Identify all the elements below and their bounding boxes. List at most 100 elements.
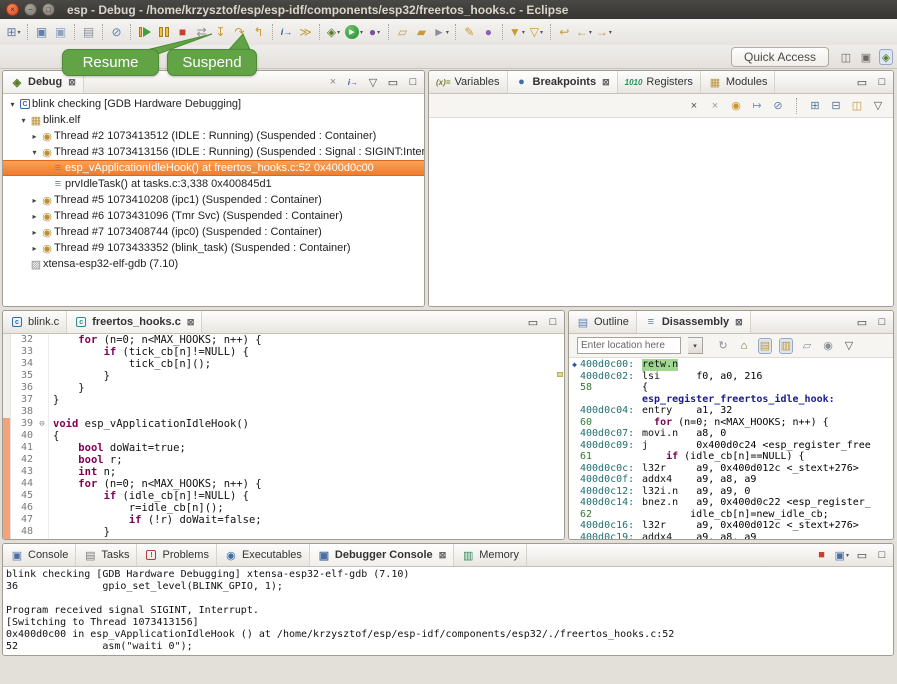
debug-perspective-button[interactable]: ◈ <box>879 49 893 65</box>
debug-tree-item-6[interactable]: ▸◉Thread #5 1073410208 (ipc1) (Suspended… <box>3 192 424 208</box>
dropdown-chevron-icon[interactable]: ▾ <box>846 552 849 559</box>
profile-button[interactable]: ●▾ <box>365 23 384 42</box>
dropdown-chevron-icon[interactable]: ▾ <box>589 29 592 36</box>
maximize-view-button[interactable]: □ <box>875 314 889 330</box>
dropdown-chevron-icon[interactable]: ▾ <box>18 29 21 36</box>
debug-tree-item-1[interactable]: ▾▦blink.elf <box>3 112 424 128</box>
remove-selected-breakpoint-button[interactable]: × <box>687 98 701 114</box>
resume-button[interactable] <box>135 23 154 42</box>
next-annotation-button[interactable]: ▽▾ <box>527 23 546 42</box>
dropdown-chevron-icon[interactable]: ▾ <box>522 29 525 36</box>
forward-button[interactable]: →▾ <box>594 23 614 42</box>
toggle-mark-occurrences-button[interactable]: ▼▾ <box>507 23 527 42</box>
minimize-view-button[interactable]: ▭ <box>855 74 869 90</box>
tab-close-icon[interactable]: ⊠ <box>187 317 195 328</box>
cpp-perspective-button[interactable]: ▣ <box>859 49 873 65</box>
dropdown-chevron-icon[interactable]: ▾ <box>446 29 449 36</box>
show-opcodes-toggle-button[interactable]: ▥ <box>779 338 793 354</box>
remove-all-terminated-button[interactable]: × <box>326 74 340 90</box>
minimize-view-button[interactable]: ▭ <box>386 74 400 90</box>
right-view-tab-registers[interactable]: 1010Registers <box>618 71 701 93</box>
console-view-tab-tasks[interactable]: ▤Tasks <box>76 544 137 566</box>
debug-launch-tree[interactable]: ▾Cblink checking [GDB Hardware Debugging… <box>3 94 424 307</box>
print-button[interactable]: ▤ <box>79 23 98 42</box>
overview-ruler-mark[interactable] <box>557 372 563 377</box>
step-return-button[interactable]: ↰ <box>249 23 268 42</box>
tab-close-icon[interactable]: ⊠ <box>735 317 743 328</box>
breakpoints-content[interactable] <box>429 118 893 306</box>
console-view-tab-console[interactable]: ▣Console <box>3 544 76 566</box>
debug-tree-item-10[interactable]: ▨xtensa-esp32-elf-gdb (7.10) <box>3 256 424 272</box>
maximize-view-button[interactable]: □ <box>546 314 560 330</box>
right-view-tab-modules[interactable]: ▦Modules <box>701 71 776 93</box>
tree-expander-icon[interactable]: ▾ <box>29 148 40 157</box>
debug-button[interactable]: ◈▾ <box>324 23 343 42</box>
debug-tree-item-9[interactable]: ▸◉Thread #9 1073433352 (blink_task) (Sus… <box>3 240 424 256</box>
new-wizard-button[interactable]: ⊞▾ <box>4 23 23 42</box>
save-all-button[interactable]: ▣ <box>51 23 70 42</box>
dropdown-chevron-icon[interactable]: ▾ <box>337 29 340 36</box>
group-by-button[interactable]: ◫ <box>850 98 864 114</box>
debug-tree-item-4[interactable]: ≡esp_vApplicationIdleHook() at freertos_… <box>3 160 424 176</box>
skip-all-breakpoints-button[interactable]: ⊘ <box>771 98 785 114</box>
tree-expander-icon[interactable]: ▸ <box>29 244 40 253</box>
save-button[interactable]: ▣ <box>32 23 51 42</box>
tree-expander-icon[interactable]: ▾ <box>7 100 18 109</box>
dropdown-chevron-icon[interactable]: ▾ <box>609 29 612 36</box>
instruction-stepping-mode-button[interactable]: i→ <box>346 74 360 90</box>
debug-tree-item-2[interactable]: ▸◉Thread #2 1073413512 (IDLE : Running) … <box>3 128 424 144</box>
minimize-view-button[interactable]: ▭ <box>855 314 869 330</box>
display-selected-console-button[interactable]: ▣▾ <box>835 547 849 563</box>
close-button[interactable]: × <box>6 3 19 16</box>
dropdown-chevron-icon[interactable]: ▾ <box>377 29 380 36</box>
minimize-view-button[interactable]: ▭ <box>855 547 869 563</box>
step-into-button[interactable]: ↧ <box>211 23 230 42</box>
pin-view-button[interactable]: ◉ <box>821 338 835 354</box>
tree-expander-icon[interactable]: ▸ <box>29 228 40 237</box>
disassembly-content[interactable]: ◆400d0c00:retw.n 400d0c02:lsi f0, a0, 21… <box>569 358 893 540</box>
console-view-tab-debugger-console[interactable]: ▣Debugger Console⊠ <box>310 544 454 566</box>
suspend-button[interactable] <box>154 23 173 42</box>
console-output[interactable]: blink checking [GDB Hardware Debugging] … <box>3 567 893 656</box>
dropdown-chevron-icon[interactable]: ▾ <box>360 29 363 36</box>
maximize-button[interactable]: □ <box>42 3 55 16</box>
refresh-view-button[interactable]: ↻ <box>716 338 730 354</box>
step-over-button[interactable]: ↷ <box>230 23 249 42</box>
remove-all-breakpoints-button[interactable]: × <box>708 98 722 114</box>
location-combo-dropdown[interactable]: ▾ <box>688 337 703 354</box>
show-breakpoints-supported-button[interactable]: ◉ <box>729 98 743 114</box>
maximize-view-button[interactable]: □ <box>875 74 889 90</box>
maximize-view-button[interactable]: □ <box>875 547 889 563</box>
open-folder-button[interactable]: ▱ <box>393 23 412 42</box>
open-type-button[interactable]: ● <box>479 23 498 42</box>
right-view-tab-breakpoints[interactable]: ●Breakpoints⊠ <box>508 71 618 93</box>
debug-tree-item-5[interactable]: ≡prvIdleTask() at tasks.c:3,338 0x400845… <box>3 176 424 192</box>
dropdown-chevron-icon[interactable]: ▾ <box>540 29 543 36</box>
terminate-button[interactable]: ■ <box>173 23 192 42</box>
fold-collapse-icon[interactable]: ⊖ <box>36 418 49 430</box>
debug-tree-item-0[interactable]: ▾Cblink checking [GDB Hardware Debugging… <box>3 96 424 112</box>
source-editor[interactable]: 32 for (n=0; n<MAX_HOOKS; n++) {33 if (t… <box>3 334 564 540</box>
debug-tree-item-3[interactable]: ▾◉Thread #3 1073413156 (IDLE : Running) … <box>3 144 424 160</box>
debug-tree-item-7[interactable]: ▸◉Thread #6 1073431096 (Tmr Svc) (Suspen… <box>3 208 424 224</box>
instruction-stepping-button[interactable]: i→ <box>277 23 296 42</box>
tree-expander-icon[interactable]: ▸ <box>29 132 40 141</box>
console-view-tab-problems[interactable]: !Problems <box>137 544 216 566</box>
minimize-view-button[interactable]: ▭ <box>526 314 540 330</box>
expand-all-button[interactable]: ⊞ <box>808 98 822 114</box>
format-brush-button[interactable]: ✎ <box>460 23 479 42</box>
show-source-toggle-button[interactable]: ▤ <box>758 338 772 354</box>
open-resource-button[interactable]: ▰ <box>412 23 431 42</box>
view-menu-button[interactable]: ▽ <box>842 338 856 354</box>
link-with-debug-view-button[interactable]: ↦ <box>750 98 764 114</box>
tab-close-icon[interactable]: ⊠ <box>68 77 76 88</box>
outline-view-tab-outline[interactable]: ▤Outline <box>569 311 637 333</box>
minimize-button[interactable]: − <box>24 3 37 16</box>
collapse-all-button[interactable]: ⊟ <box>829 98 843 114</box>
view-menu-button[interactable]: ▽ <box>871 98 885 114</box>
disconnect-button[interactable]: ⇄ <box>192 23 211 42</box>
tab-close-icon[interactable]: ⊠ <box>439 550 447 561</box>
editor-tab-freertos-hooks-c[interactable]: cfreertos_hooks.c⊠ <box>67 311 202 333</box>
view-menu-button[interactable]: ▽ <box>366 74 380 90</box>
tab-close-icon[interactable]: ⊠ <box>602 77 610 88</box>
